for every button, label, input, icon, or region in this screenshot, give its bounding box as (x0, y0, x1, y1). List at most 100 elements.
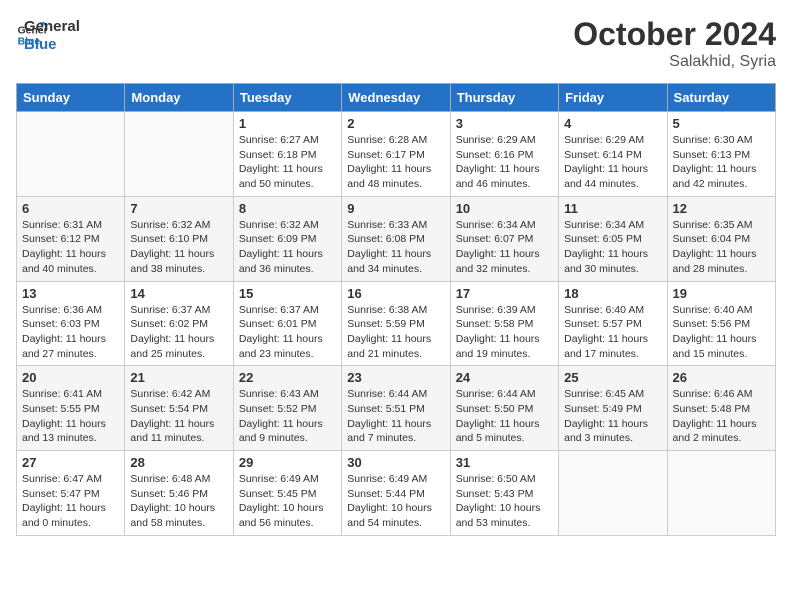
day-info: Sunrise: 6:29 AM Sunset: 6:14 PM Dayligh… (564, 133, 661, 192)
day-info: Sunrise: 6:40 AM Sunset: 5:56 PM Dayligh… (673, 303, 770, 362)
day-number: 20 (22, 370, 119, 385)
calendar-cell: 1 Sunrise: 6:27 AM Sunset: 6:18 PM Daylig… (233, 112, 341, 197)
month-title: October 2024 (573, 16, 776, 53)
day-number: 9 (347, 201, 444, 216)
calendar-cell: 8Sunrise: 6:32 AM Sunset: 6:09 PM Daylig… (233, 196, 341, 281)
calendar-cell (667, 451, 775, 536)
day-info: Sunrise: 6:32 AM Sunset: 6:10 PM Dayligh… (130, 218, 227, 277)
calendar-cell (559, 451, 667, 536)
calendar-cell: 11 Sunrise: 6:34 AM Sunset: 6:05 PM Dayli… (559, 196, 667, 281)
day-info: Sunrise: 6:44 AM Sunset: 5:50 PM Dayligh… (456, 387, 553, 446)
day-info: Sunrise: 6:29 AM Sunset: 6:16 PM Dayligh… (456, 133, 553, 192)
day-info: Sunrise: 6:41 AM Sunset: 5:55 PM Dayligh… (22, 387, 119, 446)
day-info: Sunrise: 6:38 AM Sunset: 5:59 PM Dayligh… (347, 303, 444, 362)
day-number: 31 (456, 455, 553, 470)
weekday-header: Friday (559, 84, 667, 112)
day-number: 11 (564, 201, 661, 216)
day-info: Sunrise: 6:39 AM Sunset: 5:58 PM Dayligh… (456, 303, 553, 362)
calendar-cell: 3 Sunrise: 6:29 AM Sunset: 6:16 PM Daylig… (450, 112, 558, 197)
calendar-cell: 10Sunrise: 6:34 AM Sunset: 6:07 PM Dayli… (450, 196, 558, 281)
day-number: 17 (456, 286, 553, 301)
calendar-cell: 21Sunrise: 6:42 AM Sunset: 5:54 PM Dayli… (125, 366, 233, 451)
day-info: Sunrise: 6:31 AM Sunset: 6:12 PM Dayligh… (22, 218, 119, 277)
page-header: General Blue General Blue October 2024 S… (16, 16, 776, 71)
day-number: 30 (347, 455, 444, 470)
calendar-table: SundayMondayTuesdayWednesdayThursdayFrid… (16, 83, 776, 536)
calendar-cell: 15 Sunrise: 6:37 AM Sunset: 6:01 PM Dayli… (233, 281, 341, 366)
calendar-cell: 28 Sunrise: 6:48 AM Sunset: 5:46 PM Dayli… (125, 451, 233, 536)
calendar-cell: 2 Sunrise: 6:28 AM Sunset: 6:17 PM Daylig… (342, 112, 450, 197)
weekday-header: Tuesday (233, 84, 341, 112)
day-info: Sunrise: 6:43 AM Sunset: 5:52 PM Dayligh… (239, 387, 336, 446)
calendar-cell: 24Sunrise: 6:44 AM Sunset: 5:50 PM Dayli… (450, 366, 558, 451)
calendar-cell: 27 Sunrise: 6:47 AM Sunset: 5:47 PM Dayli… (17, 451, 125, 536)
day-number: 5 (673, 116, 770, 131)
calendar-header-row: SundayMondayTuesdayWednesdayThursdayFrid… (17, 84, 776, 112)
logo-line1: General (24, 18, 80, 36)
calendar-cell: 29 Sunrise: 6:49 AM Sunset: 5:45 PM Dayli… (233, 451, 341, 536)
day-number: 2 (347, 116, 444, 131)
weekday-header: Saturday (667, 84, 775, 112)
weekday-header: Monday (125, 84, 233, 112)
day-info: Sunrise: 6:36 AM Sunset: 6:03 PM Dayligh… (22, 303, 119, 362)
calendar-cell: 22Sunrise: 6:43 AM Sunset: 5:52 PM Dayli… (233, 366, 341, 451)
day-info: Sunrise: 6:48 AM Sunset: 5:46 PM Dayligh… (130, 472, 227, 531)
day-info: Sunrise: 6:27 AM Sunset: 6:18 PM Dayligh… (239, 133, 336, 192)
calendar-cell: 31 Sunrise: 6:50 AM Sunset: 5:43 PM Dayli… (450, 451, 558, 536)
day-info: Sunrise: 6:28 AM Sunset: 6:17 PM Dayligh… (347, 133, 444, 192)
logo-line2: Blue (24, 36, 80, 54)
day-info: Sunrise: 6:49 AM Sunset: 5:44 PM Dayligh… (347, 472, 444, 531)
day-number: 10 (456, 201, 553, 216)
day-info: Sunrise: 6:46 AM Sunset: 5:48 PM Dayligh… (673, 387, 770, 446)
calendar-cell (125, 112, 233, 197)
day-number: 6 (22, 201, 119, 216)
weekday-header: Thursday (450, 84, 558, 112)
day-number: 18 (564, 286, 661, 301)
calendar-cell: 7Sunrise: 6:32 AM Sunset: 6:10 PM Daylig… (125, 196, 233, 281)
day-number: 28 (130, 455, 227, 470)
day-info: Sunrise: 6:32 AM Sunset: 6:09 PM Dayligh… (239, 218, 336, 277)
day-number: 26 (673, 370, 770, 385)
weekday-header: Sunday (17, 84, 125, 112)
calendar-week-row: 1 Sunrise: 6:27 AM Sunset: 6:18 PM Daylig… (17, 112, 776, 197)
calendar-week-row: 6 Sunrise: 6:31 AM Sunset: 6:12 PM Daylig… (17, 196, 776, 281)
day-number: 29 (239, 455, 336, 470)
calendar-cell: 5Sunrise: 6:30 AM Sunset: 6:13 PM Daylig… (667, 112, 775, 197)
day-number: 12 (673, 201, 770, 216)
calendar-week-row: 13 Sunrise: 6:36 AM Sunset: 6:03 PM Dayli… (17, 281, 776, 366)
calendar-cell: 19 Sunrise: 6:40 AM Sunset: 5:56 PM Dayli… (667, 281, 775, 366)
calendar-cell: 13 Sunrise: 6:36 AM Sunset: 6:03 PM Dayli… (17, 281, 125, 366)
day-number: 23 (347, 370, 444, 385)
weekday-header: Wednesday (342, 84, 450, 112)
day-number: 15 (239, 286, 336, 301)
day-info: Sunrise: 6:37 AM Sunset: 6:01 PM Dayligh… (239, 303, 336, 362)
day-number: 16 (347, 286, 444, 301)
calendar-cell: 25Sunrise: 6:45 AM Sunset: 5:49 PM Dayli… (559, 366, 667, 451)
day-info: Sunrise: 6:49 AM Sunset: 5:45 PM Dayligh… (239, 472, 336, 531)
day-number: 13 (22, 286, 119, 301)
day-info: Sunrise: 6:34 AM Sunset: 6:05 PM Dayligh… (564, 218, 661, 277)
calendar-cell (17, 112, 125, 197)
day-info: Sunrise: 6:33 AM Sunset: 6:08 PM Dayligh… (347, 218, 444, 277)
calendar-cell: 18 Sunrise: 6:40 AM Sunset: 5:57 PM Dayli… (559, 281, 667, 366)
day-info: Sunrise: 6:40 AM Sunset: 5:57 PM Dayligh… (564, 303, 661, 362)
day-info: Sunrise: 6:37 AM Sunset: 6:02 PM Dayligh… (130, 303, 227, 362)
calendar-cell: 23Sunrise: 6:44 AM Sunset: 5:51 PM Dayli… (342, 366, 450, 451)
calendar-cell: 6 Sunrise: 6:31 AM Sunset: 6:12 PM Daylig… (17, 196, 125, 281)
calendar-cell: 20 Sunrise: 6:41 AM Sunset: 5:55 PM Dayli… (17, 366, 125, 451)
day-number: 3 (456, 116, 553, 131)
day-number: 1 (239, 116, 336, 131)
calendar-cell: 14Sunrise: 6:37 AM Sunset: 6:02 PM Dayli… (125, 281, 233, 366)
calendar-cell: 12 Sunrise: 6:35 AM Sunset: 6:04 PM Dayli… (667, 196, 775, 281)
calendar-cell: 9 Sunrise: 6:33 AM Sunset: 6:08 PM Daylig… (342, 196, 450, 281)
calendar-cell: 16 Sunrise: 6:38 AM Sunset: 5:59 PM Dayli… (342, 281, 450, 366)
day-number: 27 (22, 455, 119, 470)
day-info: Sunrise: 6:47 AM Sunset: 5:47 PM Dayligh… (22, 472, 119, 531)
title-block: October 2024 Salakhid, Syria (573, 16, 776, 71)
day-info: Sunrise: 6:42 AM Sunset: 5:54 PM Dayligh… (130, 387, 227, 446)
day-number: 19 (673, 286, 770, 301)
calendar-cell: 30 Sunrise: 6:49 AM Sunset: 5:44 PM Dayli… (342, 451, 450, 536)
calendar-week-row: 27 Sunrise: 6:47 AM Sunset: 5:47 PM Dayli… (17, 451, 776, 536)
day-info: Sunrise: 6:35 AM Sunset: 6:04 PM Dayligh… (673, 218, 770, 277)
day-info: Sunrise: 6:50 AM Sunset: 5:43 PM Dayligh… (456, 472, 553, 531)
